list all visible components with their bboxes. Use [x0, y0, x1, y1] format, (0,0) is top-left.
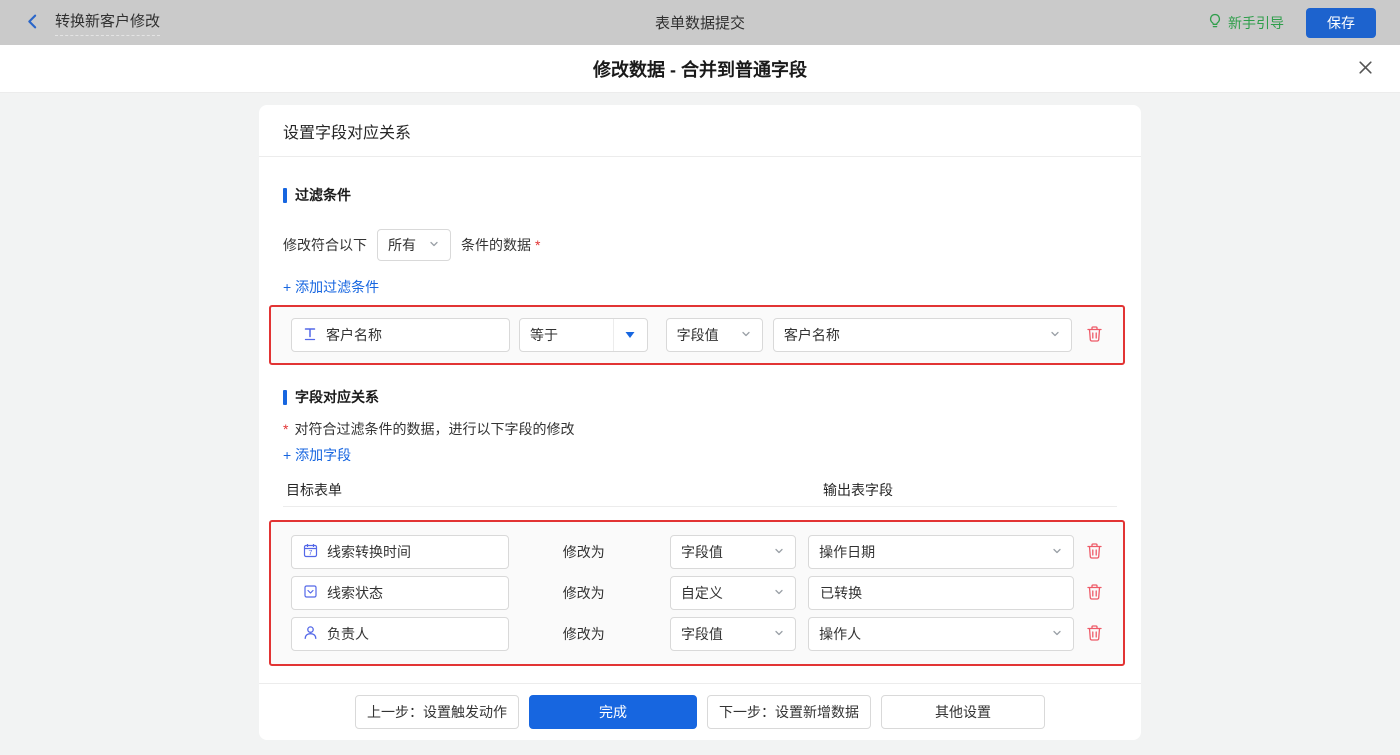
beginner-guide-button[interactable]: 新手引导	[1207, 13, 1284, 33]
other-settings-button[interactable]: 其他设置	[881, 695, 1045, 729]
chevron-left-icon	[24, 13, 41, 33]
custom-value-input[interactable]: 已转换	[808, 576, 1074, 610]
person-icon	[303, 625, 318, 643]
dialog-title: 修改数据 - 合并到普通字段	[593, 59, 807, 80]
page-title: 表单数据提交	[654, 15, 746, 32]
value-type-select[interactable]: 字段值	[669, 617, 797, 651]
required-mark: *	[283, 421, 289, 437]
target-field-input[interactable]: 负责人	[291, 617, 509, 651]
condition-suffix: 条件的数据	[461, 237, 531, 253]
chevron-down-icon	[428, 237, 440, 253]
modify-to-label: 修改为	[562, 585, 605, 601]
mapping-rows-highlight-box: 7 线索转换时间 修改为 字段值 操作日期 线索状态 修改为 自定义 已转换 负…	[269, 520, 1125, 666]
mapping-section-title: 字段对应关系	[283, 387, 1117, 407]
chevron-down-icon	[1049, 327, 1061, 343]
modify-to-label: 修改为	[562, 544, 605, 560]
section-accent-bar	[283, 389, 287, 405]
mapping-row: 线索状态 修改为 自定义 已转换	[291, 576, 1103, 610]
prev-step-button[interactable]: 上一步：设置触发动作	[355, 695, 519, 729]
top-bar: 转换新客户修改 表单数据提交 新手引导 保存	[0, 0, 1400, 45]
trash-icon	[1086, 583, 1103, 604]
trash-icon	[1086, 624, 1103, 645]
target-field-input[interactable]: 线索状态	[291, 576, 509, 610]
modify-to-label: 修改为	[562, 626, 605, 642]
back-button[interactable]	[24, 13, 41, 33]
chevron-down-icon	[773, 544, 785, 560]
delete-filter-row-button[interactable]	[1086, 325, 1103, 346]
operator-select[interactable]: 等于	[518, 318, 648, 352]
close-button[interactable]	[1357, 59, 1374, 79]
mapping-description: * 对符合过滤条件的数据，进行以下字段的修改	[283, 421, 575, 437]
triangle-down-icon	[612, 319, 647, 351]
trash-icon	[1086, 325, 1103, 346]
value-type-select[interactable]: 自定义	[669, 576, 797, 610]
match-mode-select[interactable]: 所有	[377, 229, 451, 261]
output-value-select[interactable]: 操作日期	[808, 535, 1074, 569]
mapping-row: 7 线索转换时间 修改为 字段值 操作日期	[291, 535, 1103, 569]
section-accent-bar	[283, 187, 287, 203]
beginner-guide-label: 新手引导	[1228, 14, 1284, 31]
settings-card: 设置字段对应关系 过滤条件 修改符合以下 所有 条件的数据 * + 添加过滤条件	[259, 105, 1141, 740]
filter-section-title: 过滤条件	[283, 185, 1117, 205]
dialog-body: 设置字段对应关系 过滤条件 修改符合以下 所有 条件的数据 * + 添加过滤条件	[0, 93, 1400, 755]
calendar-icon: 7	[303, 543, 318, 561]
chevron-down-icon	[1051, 626, 1063, 642]
filter-row-highlight-box: 客户名称 等于 字段值 客户名称	[269, 305, 1125, 365]
svg-text:7: 7	[309, 550, 313, 557]
mapping-column-headers: 目标表单 输出表字段	[283, 477, 1117, 507]
delete-mapping-row-button[interactable]	[1086, 542, 1103, 563]
mapping-row: 负责人 修改为 字段值 操作人	[291, 617, 1103, 651]
output-value-select[interactable]: 操作人	[808, 617, 1074, 651]
next-step-button[interactable]: 下一步：设置新增数据	[707, 695, 871, 729]
text-field-icon	[303, 327, 317, 344]
required-mark: *	[535, 237, 541, 253]
column-header-target-form: 目标表单	[286, 482, 342, 498]
close-icon	[1357, 59, 1374, 79]
condition-prefix: 修改符合以下	[283, 237, 367, 253]
select-box-icon	[303, 584, 318, 602]
filter-condition-line: 修改符合以下 所有 条件的数据 *	[283, 229, 1117, 261]
add-field-link[interactable]: + 添加字段	[283, 445, 351, 465]
chevron-down-icon	[773, 626, 785, 642]
trash-icon	[1086, 542, 1103, 563]
target-field-input[interactable]: 7 线索转换时间	[291, 535, 509, 569]
chevron-down-icon	[740, 327, 752, 343]
card-footer: 上一步：设置触发动作 完成 下一步：设置新增数据 其他设置	[259, 683, 1141, 740]
card-header: 设置字段对应关系	[259, 105, 1141, 157]
dialog-header: 修改数据 - 合并到普通字段	[0, 45, 1400, 93]
chevron-down-icon	[773, 585, 785, 601]
filter-field-input[interactable]: 客户名称	[291, 318, 510, 352]
filter-value-select[interactable]: 客户名称	[772, 318, 1072, 352]
add-filter-condition-link[interactable]: + 添加过滤条件	[283, 277, 379, 297]
workflow-title[interactable]: 转换新客户修改	[55, 10, 161, 36]
delete-mapping-row-button[interactable]	[1086, 583, 1103, 604]
save-button[interactable]: 保存	[1306, 7, 1376, 38]
chevron-down-icon	[1051, 544, 1063, 560]
done-button[interactable]: 完成	[529, 695, 697, 729]
filter-value-type-select[interactable]: 字段值	[665, 318, 763, 352]
value-type-select[interactable]: 字段值	[669, 535, 797, 569]
column-header-output-field: 输出表字段	[823, 482, 893, 498]
delete-mapping-row-button[interactable]	[1086, 624, 1103, 645]
lightbulb-icon	[1207, 13, 1223, 32]
